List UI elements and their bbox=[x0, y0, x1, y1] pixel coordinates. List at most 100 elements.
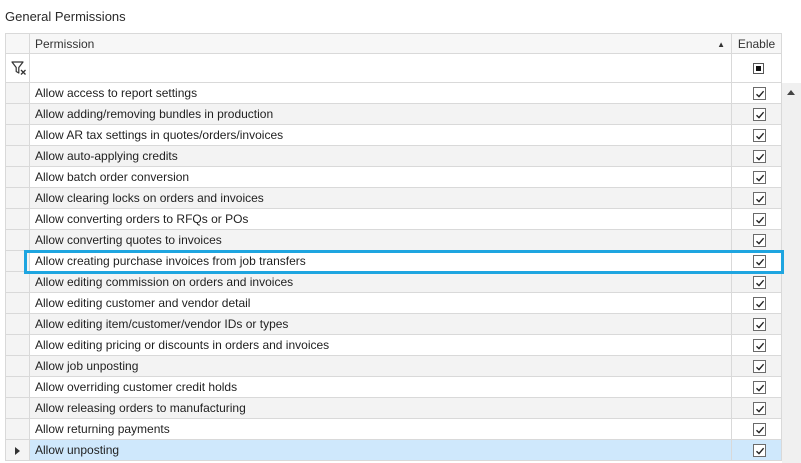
enable-checkbox[interactable] bbox=[753, 276, 766, 289]
grid-header-row: Permission ▲ Enable bbox=[5, 33, 801, 54]
row-indicator-cell[interactable] bbox=[5, 314, 30, 335]
enable-checkbox[interactable] bbox=[753, 255, 766, 268]
enable-checkbox[interactable] bbox=[753, 339, 766, 352]
permission-label: Allow unposting bbox=[30, 440, 732, 461]
filter-clear-icon bbox=[11, 61, 26, 75]
permission-label: Allow adding/removing bundles in product… bbox=[30, 104, 732, 125]
table-row[interactable]: Allow overriding customer credit holds bbox=[5, 377, 801, 398]
enable-cell bbox=[732, 440, 782, 461]
enable-cell bbox=[732, 293, 782, 314]
permission-label: Allow editing pricing or discounts in or… bbox=[30, 335, 732, 356]
enable-cell bbox=[732, 167, 782, 188]
table-row[interactable]: Allow creating purchase invoices from jo… bbox=[5, 251, 801, 272]
permission-label: Allow AR tax settings in quotes/orders/i… bbox=[30, 125, 732, 146]
table-row[interactable]: Allow editing pricing or discounts in or… bbox=[5, 335, 801, 356]
enable-cell bbox=[732, 398, 782, 419]
header-indicator-cell bbox=[5, 33, 30, 54]
row-indicator-cell[interactable] bbox=[5, 146, 30, 167]
table-row[interactable]: Allow returning payments bbox=[5, 419, 801, 440]
enable-cell bbox=[732, 377, 782, 398]
section-title: General Permissions bbox=[5, 9, 126, 24]
enable-checkbox[interactable] bbox=[753, 318, 766, 331]
table-row[interactable]: Allow AR tax settings in quotes/orders/i… bbox=[5, 125, 801, 146]
table-row[interactable]: Allow editing commission on orders and i… bbox=[5, 272, 801, 293]
table-row[interactable]: Allow batch order conversion bbox=[5, 167, 801, 188]
row-indicator-cell[interactable] bbox=[5, 83, 30, 104]
permission-label: Allow converting orders to RFQs or POs bbox=[30, 209, 732, 230]
table-row[interactable]: Allow releasing orders to manufacturing bbox=[5, 398, 801, 419]
enable-cell bbox=[732, 251, 782, 272]
permission-label: Allow access to report settings bbox=[30, 83, 732, 104]
enable-checkbox[interactable] bbox=[753, 150, 766, 163]
table-row[interactable]: Allow editing item/customer/vendor IDs o… bbox=[5, 314, 801, 335]
enable-checkbox[interactable] bbox=[753, 129, 766, 142]
enable-cell bbox=[732, 335, 782, 356]
row-indicator-cell[interactable] bbox=[5, 230, 30, 251]
row-indicator-cell[interactable] bbox=[5, 293, 30, 314]
table-row[interactable]: Allow unposting bbox=[5, 440, 801, 461]
column-header-permission-label: Permission bbox=[35, 37, 95, 51]
permission-label: Allow editing customer and vendor detail bbox=[30, 293, 732, 314]
table-row[interactable]: Allow job unposting bbox=[5, 356, 801, 377]
permission-label: Allow releasing orders to manufacturing bbox=[30, 398, 732, 419]
enable-filter-checkbox[interactable] bbox=[732, 54, 782, 83]
row-indicator-cell[interactable] bbox=[5, 356, 30, 377]
row-indicator-cell[interactable] bbox=[5, 398, 30, 419]
column-header-permission[interactable]: Permission ▲ bbox=[30, 33, 732, 54]
permission-label: Allow returning payments bbox=[30, 419, 732, 440]
row-indicator-cell[interactable] bbox=[5, 272, 30, 293]
scroll-up-arrow-icon[interactable] bbox=[787, 90, 795, 95]
row-indicator-cell[interactable] bbox=[5, 440, 30, 461]
row-indicator-cell[interactable] bbox=[5, 419, 30, 440]
enable-checkbox[interactable] bbox=[753, 213, 766, 226]
enable-cell bbox=[732, 356, 782, 377]
row-indicator-cell[interactable] bbox=[5, 335, 30, 356]
permission-label: Allow clearing locks on orders and invoi… bbox=[30, 188, 732, 209]
enable-checkbox[interactable] bbox=[753, 234, 766, 247]
filter-clear-button[interactable] bbox=[5, 54, 30, 83]
table-row[interactable]: Allow auto-applying credits bbox=[5, 146, 801, 167]
enable-cell bbox=[732, 125, 782, 146]
table-row[interactable]: Allow converting orders to RFQs or POs bbox=[5, 209, 801, 230]
enable-checkbox[interactable] bbox=[753, 402, 766, 415]
enable-checkbox[interactable] bbox=[753, 360, 766, 373]
permission-label: Allow editing commission on orders and i… bbox=[30, 272, 732, 293]
table-row[interactable]: Allow converting quotes to invoices bbox=[5, 230, 801, 251]
permission-label: Allow batch order conversion bbox=[30, 167, 732, 188]
permission-label: Allow overriding customer credit holds bbox=[30, 377, 732, 398]
enable-checkbox[interactable] bbox=[753, 87, 766, 100]
table-row[interactable]: Allow clearing locks on orders and invoi… bbox=[5, 188, 801, 209]
enable-checkbox[interactable] bbox=[753, 171, 766, 184]
enable-cell bbox=[732, 272, 782, 293]
permissions-grid: Permission ▲ Enable Allow access to repo… bbox=[5, 33, 801, 463]
enable-checkbox[interactable] bbox=[753, 423, 766, 436]
enable-cell bbox=[732, 314, 782, 335]
row-indicator-cell[interactable] bbox=[5, 188, 30, 209]
enable-cell bbox=[732, 419, 782, 440]
table-row[interactable]: Allow editing customer and vendor detail bbox=[5, 293, 801, 314]
enable-cell bbox=[732, 188, 782, 209]
row-indicator-cell[interactable] bbox=[5, 104, 30, 125]
enable-checkbox[interactable] bbox=[753, 192, 766, 205]
column-header-enable[interactable]: Enable bbox=[732, 33, 782, 54]
row-indicator-cell[interactable] bbox=[5, 167, 30, 188]
row-pointer-icon bbox=[15, 447, 20, 455]
enable-cell bbox=[732, 104, 782, 125]
enable-checkbox[interactable] bbox=[753, 444, 766, 457]
permission-filter-input[interactable] bbox=[30, 54, 732, 83]
table-row[interactable]: Allow access to report settings bbox=[5, 83, 801, 104]
enable-cell bbox=[732, 209, 782, 230]
permission-label: Allow auto-applying credits bbox=[30, 146, 732, 167]
row-indicator-cell[interactable] bbox=[5, 377, 30, 398]
indeterminate-checkbox-icon bbox=[753, 63, 764, 74]
permission-label: Allow creating purchase invoices from jo… bbox=[30, 251, 732, 272]
row-indicator-cell[interactable] bbox=[5, 125, 30, 146]
enable-checkbox[interactable] bbox=[753, 108, 766, 121]
table-row[interactable]: Allow adding/removing bundles in product… bbox=[5, 104, 801, 125]
enable-checkbox[interactable] bbox=[753, 381, 766, 394]
row-indicator-cell[interactable] bbox=[5, 209, 30, 230]
row-indicator-cell[interactable] bbox=[5, 251, 30, 272]
enable-cell bbox=[732, 230, 782, 251]
vertical-scrollbar[interactable] bbox=[782, 83, 801, 463]
enable-checkbox[interactable] bbox=[753, 297, 766, 310]
